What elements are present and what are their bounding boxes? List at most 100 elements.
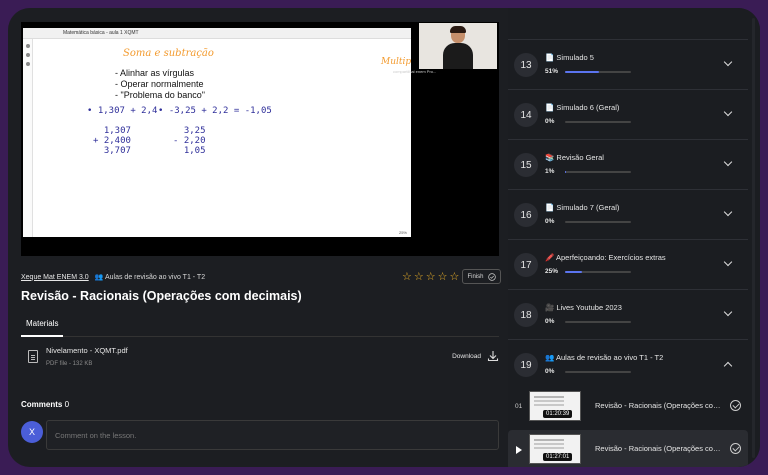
module-progress-bar bbox=[565, 371, 631, 373]
module-number: 15 bbox=[514, 153, 538, 177]
webcam-caption: compartilhal enem Pro... bbox=[393, 69, 437, 74]
module-number: 17 bbox=[514, 253, 538, 277]
star-icon[interactable]: ☆ bbox=[438, 270, 448, 283]
module-progress-text: 0% bbox=[545, 118, 555, 125]
module-title: 📚 Revisão Geral bbox=[545, 153, 604, 162]
video-player[interactable]: Matemática básica - aula 1 XQMT Soma e s… bbox=[21, 22, 499, 256]
slide-bullet: - Operar normalmente bbox=[115, 79, 204, 89]
module-title: 🖍️ Aperfeiçoando: Exercícios extras bbox=[545, 253, 666, 262]
module-progress-text: 1% bbox=[545, 168, 555, 175]
slide-bullet: - "Problema do banco" bbox=[115, 90, 205, 100]
module-title: 📄 Simulado 7 (Geral) bbox=[545, 203, 620, 212]
module-number: 13 bbox=[514, 53, 538, 77]
module-item[interactable]: 17 🖍️ Aperfeiçoando: Exercícios extras 2… bbox=[508, 240, 748, 290]
star-icon[interactable]: ☆ bbox=[450, 270, 460, 283]
video-slide: Matemática básica - aula 1 XQMT Soma e s… bbox=[23, 28, 411, 237]
play-icon bbox=[516, 446, 522, 454]
module-item[interactable]: 14 📄 Simulado 6 (Geral) 0% bbox=[508, 90, 748, 140]
module-number: 19 bbox=[514, 353, 538, 377]
tab-bar: Materials bbox=[21, 314, 499, 337]
presenter-image bbox=[443, 26, 473, 69]
material-item: Nivelamento - XQMT.pdf PDF file - 132 KB… bbox=[28, 346, 499, 374]
app-window: Matemática básica - aula 1 XQMT Soma e s… bbox=[8, 8, 760, 467]
lesson-title: Revisão - Racionais (Operações com decim… bbox=[595, 444, 725, 453]
slide-toolbar bbox=[23, 39, 33, 237]
breadcrumb: Xeque Mat ENEM 3.0 👥 Aulas de revisão ao… bbox=[21, 273, 205, 282]
sidebar-scrollbar[interactable] bbox=[752, 18, 755, 458]
breadcrumb-course[interactable]: Xeque Mat ENEM 3.0 bbox=[21, 274, 89, 281]
download-label: Download bbox=[452, 352, 481, 360]
lesson-duration: 01:20:39 bbox=[543, 410, 573, 418]
lesson-item-active[interactable]: 01:27:01 Revisão - Racionais (Operações … bbox=[508, 430, 748, 467]
finish-label: Finish bbox=[467, 273, 484, 280]
module-number: 14 bbox=[514, 103, 538, 127]
download-icon bbox=[487, 351, 499, 362]
lesson-index: 01 bbox=[515, 403, 523, 410]
chevron-down-icon[interactable] bbox=[723, 107, 733, 117]
module-item[interactable]: 13 📄 Simulado 5 51% bbox=[508, 40, 748, 90]
comment-input[interactable] bbox=[47, 421, 498, 449]
breadcrumb-module[interactable]: 👥 Aulas de revisão ao vivo T1 - T2 bbox=[95, 273, 205, 281]
chevron-down-icon[interactable] bbox=[723, 307, 733, 317]
slide-bullets: - Alinhar as vírgulas - Operar normalmen… bbox=[115, 68, 205, 101]
module-title: 📄 Simulado 6 (Geral) bbox=[545, 103, 620, 112]
module-progress-text: 51% bbox=[545, 68, 559, 75]
material-meta: PDF file - 132 KB bbox=[46, 361, 93, 367]
download-button[interactable]: Download bbox=[452, 350, 499, 362]
material-name: Nivelamento - XQMT.pdf bbox=[46, 346, 128, 355]
chevron-down-icon[interactable] bbox=[723, 57, 733, 67]
slide-side-note: Multip bbox=[381, 57, 412, 67]
module-progress-text: 0% bbox=[545, 218, 555, 225]
slide-calculation: 3,25 - 2,20 1,05 bbox=[173, 126, 206, 156]
lesson-thumbnail: 01:27:01 bbox=[529, 434, 581, 464]
chevron-up-icon[interactable] bbox=[723, 361, 733, 371]
comments-label: Comments bbox=[21, 400, 63, 409]
lesson-thumbnail: 01:20:39 bbox=[529, 391, 581, 421]
webcam-overlay bbox=[419, 23, 497, 69]
tab-materials[interactable]: Materials bbox=[21, 314, 64, 337]
slide-calculation: 1,307 + 2,400 3,707 bbox=[93, 126, 131, 156]
comments-heading: Comments 0 bbox=[21, 400, 69, 409]
module-progress-bar bbox=[565, 71, 631, 73]
module-item[interactable]: 16 📄 Simulado 7 (Geral) 0% bbox=[508, 190, 748, 240]
module-progress-text: 0% bbox=[545, 368, 555, 375]
module-title: 📄 Simulado 5 bbox=[545, 53, 594, 62]
star-icon[interactable]: ☆ bbox=[426, 270, 436, 283]
module-progress-bar bbox=[565, 121, 631, 123]
module-progress-text: 0% bbox=[545, 318, 555, 325]
lesson-title: Revisão - Racionais (Operações com decim… bbox=[595, 401, 725, 410]
module-number: 16 bbox=[514, 203, 538, 227]
module-sidebar: 13 📄 Simulado 5 51% 14 📄 Simulado 6 (Ger… bbox=[508, 8, 760, 467]
comment-field-wrapper bbox=[46, 420, 499, 450]
slide-expression: • -3,25 + 2,2 = -1,05 bbox=[158, 106, 272, 116]
finish-button[interactable]: Finish bbox=[462, 269, 501, 284]
comments-count: 0 bbox=[64, 400, 70, 409]
lesson-duration: 01:27:01 bbox=[543, 453, 573, 461]
chevron-down-icon[interactable] bbox=[723, 157, 733, 167]
module-item-expanded[interactable]: 19 👥 Aulas de revisão ao vivo T1 - T2 0% bbox=[508, 340, 748, 390]
sidebar-top-divider bbox=[508, 8, 748, 40]
slide-browser-bar: Matemática básica - aula 1 XQMT bbox=[23, 28, 411, 39]
module-title: 👥 Aulas de revisão ao vivo T1 - T2 bbox=[545, 353, 664, 362]
pdf-file-icon bbox=[28, 350, 38, 363]
module-progress-bar bbox=[565, 321, 631, 323]
lesson-main: Matemática básica - aula 1 XQMT Soma e s… bbox=[8, 8, 508, 467]
slide-expression: • 1,307 + 2,4 bbox=[87, 106, 158, 116]
chevron-down-icon[interactable] bbox=[723, 257, 733, 267]
check-circle-icon[interactable] bbox=[730, 400, 741, 411]
star-icon[interactable]: ☆ bbox=[402, 270, 412, 283]
module-progress-bar bbox=[565, 171, 631, 173]
check-circle-icon[interactable] bbox=[730, 443, 741, 454]
slide-bullet: - Alinhar as vírgulas bbox=[115, 68, 195, 78]
module-progress-bar bbox=[565, 221, 631, 223]
star-icon[interactable]: ☆ bbox=[414, 270, 424, 283]
slide-zoom: 25% bbox=[398, 230, 407, 235]
module-item[interactable]: 18 🎥 Lives Youtube 2023 0% bbox=[508, 290, 748, 340]
check-circle-icon bbox=[487, 272, 496, 281]
chevron-down-icon[interactable] bbox=[723, 207, 733, 217]
lesson-rating: ☆ ☆ ☆ ☆ ☆ bbox=[402, 270, 459, 283]
page-title: Revisão - Racionais (Operações com decim… bbox=[21, 289, 302, 303]
module-number: 18 bbox=[514, 303, 538, 327]
module-item[interactable]: 15 📚 Revisão Geral 1% bbox=[508, 140, 748, 190]
lesson-item[interactable]: 01 01:20:39 Revisão - Racionais (Operaçõ… bbox=[508, 387, 748, 427]
